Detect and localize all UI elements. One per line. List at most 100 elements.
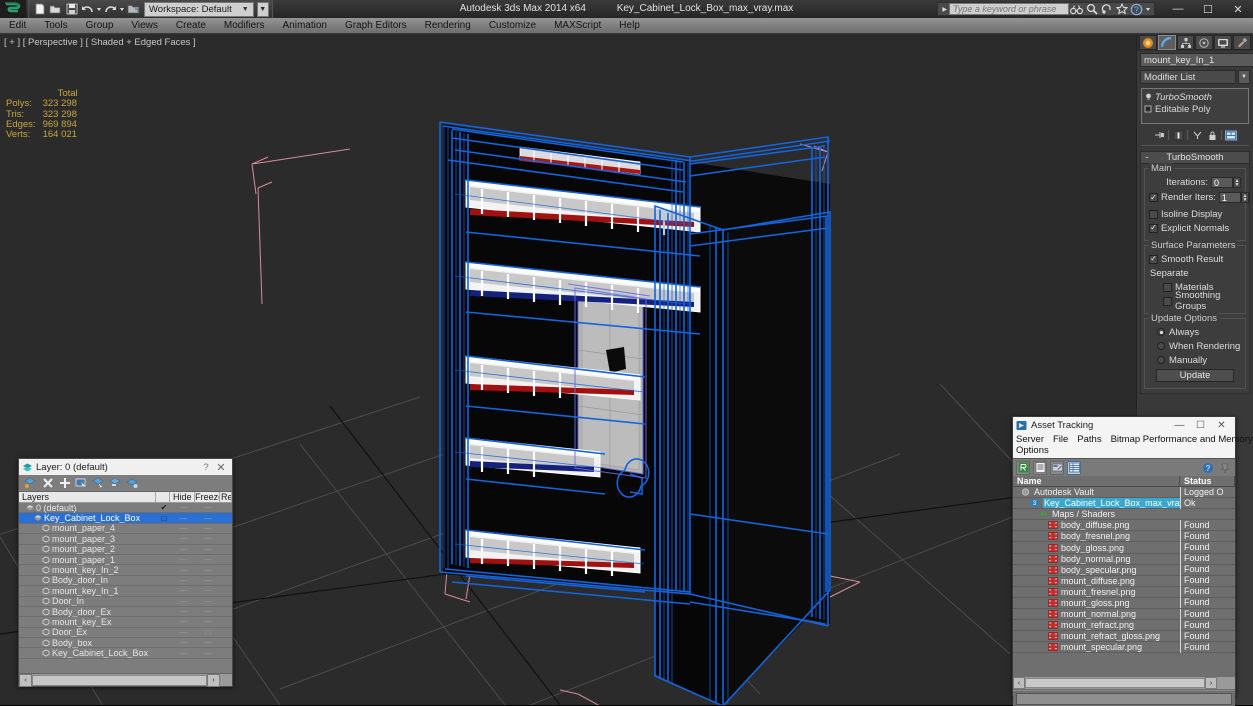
manually-radio[interactable] — [1157, 356, 1165, 364]
layer-row[interactable]: mount_paper_3 — — — [19, 534, 232, 545]
when-rendering-radio[interactable] — [1157, 342, 1165, 350]
vault-icon[interactable] — [1016, 460, 1030, 475]
menu-file[interactable]: File — [1053, 434, 1074, 445]
layer-row[interactable]: Body_box — — — [19, 638, 232, 649]
menu-item-rendering[interactable]: Rendering — [416, 18, 480, 34]
layer-dialog[interactable]: Layer: 0 (default) ? ✕ Layers Hide Freez… — [18, 458, 233, 687]
layer-row-hide[interactable]: — — [171, 607, 196, 616]
layer-row-freeze[interactable]: — — [196, 514, 221, 523]
layer-row-hide[interactable]: — — [171, 534, 196, 543]
3dsmax-logo-icon[interactable] — [0, 0, 26, 18]
configure-modifier-sets-icon[interactable] — [1225, 129, 1237, 142]
minimize-icon[interactable]: — — [1163, 0, 1193, 18]
layer-row[interactable]: Door_Ex — □ — [19, 627, 232, 639]
close-icon[interactable]: ✕ — [213, 461, 229, 474]
layer-row-hide[interactable]: — — [171, 524, 196, 533]
menu-item-edit[interactable]: Edit — [0, 18, 35, 34]
asset-row[interactable]: mount_normal.png Found — [1013, 608, 1235, 621]
modifier-stack-item-editable-poly[interactable]: Editable Poly — [1144, 103, 1246, 115]
new-icon[interactable] — [32, 2, 47, 17]
new-layer-icon[interactable] — [23, 476, 38, 490]
asset-row[interactable]: body_normal.png Found — [1013, 553, 1235, 565]
layer-row-freeze[interactable]: — — [196, 649, 221, 658]
asset-row[interactable]: mount_diffuse.png Found — [1013, 575, 1235, 587]
layer-list[interactable]: 0 (default) ✔ — — Key_Cabinet_Lock_Box □ — — mou… — [19, 503, 232, 673]
asset-row[interactable]: Maps / Shaders — [1013, 509, 1235, 521]
iterations-field[interactable] — [1211, 177, 1233, 188]
layer-row[interactable]: Body_door_In — — — [19, 575, 232, 587]
menu-item-animation[interactable]: Animation — [273, 18, 335, 34]
scroll-thumb[interactable] — [32, 674, 207, 686]
menu-item-group[interactable]: Group — [77, 18, 123, 34]
list-view-icon[interactable] — [1033, 460, 1047, 475]
menu-item-modifiers[interactable]: Modifiers — [215, 18, 274, 34]
redo-dropdown-icon[interactable] — [119, 2, 125, 17]
show-end-result-icon[interactable] — [1172, 129, 1184, 142]
utilities-tab[interactable] — [1233, 35, 1251, 50]
scroll-right-button[interactable]: › — [1205, 677, 1217, 689]
update-button[interactable]: Update — [1156, 369, 1234, 382]
scroll-left-button[interactable]: ‹ — [1013, 677, 1025, 689]
create-tab[interactable] — [1139, 35, 1157, 50]
asset-tracking-window[interactable]: Asset Tracking — ☐ ✕ Server File Paths B… — [1012, 416, 1253, 706]
layer-row-freeze[interactable]: — — [196, 566, 221, 575]
layer-row-freeze[interactable]: — — [196, 555, 221, 564]
layer-row[interactable]: 0 (default) ✔ — — — [19, 503, 232, 514]
modifier-stack[interactable]: TurboSmooth Editable Poly — [1141, 88, 1249, 124]
layer-row[interactable]: mount_paper_4 — — — [19, 523, 232, 535]
smooth-result-row[interactable]: ✓ Smooth Result — [1149, 253, 1241, 265]
layer-row-hide[interactable]: — — [171, 514, 196, 523]
layer-row-freeze[interactable]: — — [196, 545, 221, 554]
asset-row[interactable]: body_gloss.png Found — [1013, 542, 1235, 554]
iterations-spinner-buttons[interactable]: ▲ ▼ — [1233, 177, 1241, 188]
save-icon[interactable] — [64, 2, 79, 17]
display-tab[interactable] — [1214, 35, 1233, 50]
always-radio[interactable] — [1157, 328, 1165, 336]
layer-row[interactable]: Door_In — — — [19, 596, 232, 607]
layer-row[interactable]: mount_paper_1 — — — [19, 555, 232, 566]
asset-row[interactable]: mount_refract.png Found — [1013, 619, 1235, 632]
always-row[interactable]: Always — [1149, 326, 1241, 338]
menu-item-maxscript[interactable]: MAXScript — [545, 18, 610, 34]
layer-row-freeze[interactable]: — — [196, 607, 221, 616]
layer-row[interactable]: Key_Cabinet_Lock_Box □ — — — [19, 513, 232, 524]
materials-checkbox[interactable] — [1163, 282, 1172, 292]
add-selection-icon[interactable] — [57, 476, 72, 490]
layer-row-hide[interactable]: — — [171, 638, 196, 647]
asset-row[interactable]: body_diffuse.png Found — [1013, 519, 1235, 532]
asset-row[interactable]: 3Key_Cabinet_Lock_Box_max_vray.maxOk — [1013, 497, 1235, 510]
modifier-stack-item-turbosmooth[interactable]: TurboSmooth — [1144, 91, 1246, 103]
layer-row[interactable]: Key_Cabinet_Lock_Box — — — [19, 648, 232, 659]
render-iters-checkbox[interactable]: ✓ — [1149, 193, 1158, 202]
menu-paths[interactable]: Paths — [1077, 434, 1107, 445]
explicit-normals-checkbox[interactable]: ✓ — [1149, 223, 1158, 233]
lightbulb-icon[interactable] — [1144, 93, 1152, 102]
layer-row-hide[interactable]: — — [171, 586, 196, 595]
layer-row-freeze[interactable]: — — [196, 597, 221, 606]
main-menubar[interactable]: Edit Tools Group Views Create Modifiers Animat… — [0, 18, 1253, 34]
layer-row-toggle[interactable]: ✔ — [157, 503, 171, 512]
layer-row[interactable]: mount_key_In_1 — — — [19, 586, 232, 597]
layer-row-freeze[interactable]: — — [196, 534, 221, 543]
smoothing-groups-row[interactable]: Smoothing Groups — [1149, 290, 1241, 312]
highlight-selected-icon[interactable] — [108, 476, 123, 490]
layer-row[interactable]: Body_door_Ex — — — [19, 607, 232, 618]
layer-row-freeze[interactable]: — — [196, 638, 221, 647]
menu-item-help[interactable]: Help — [610, 18, 649, 34]
close-icon[interactable]: ✕ — [1223, 0, 1253, 18]
manually-row[interactable]: Manually — [1149, 354, 1241, 366]
close-icon[interactable]: ✕ — [1211, 420, 1232, 431]
maximize-icon[interactable]: ☐ — [1193, 0, 1223, 18]
motion-tab[interactable] — [1195, 35, 1214, 50]
layer-row-freeze[interactable]: — — [196, 503, 221, 512]
help-icon[interactable]: ? — [1201, 461, 1215, 475]
layer-row[interactable]: mount_key_In_2 — — — [19, 565, 232, 576]
isoline-display-checkbox[interactable] — [1149, 209, 1158, 219]
layer-row-hide[interactable]: — — [171, 503, 196, 512]
open-icon[interactable] — [48, 2, 63, 17]
hierarchy-tab[interactable] — [1176, 35, 1195, 50]
menu-item-tools[interactable]: Tools — [35, 18, 76, 34]
menu-item-graph-editors[interactable]: Graph Editors — [336, 18, 416, 34]
asset-row[interactable]: mount_refract_gloss.png Found — [1013, 630, 1235, 643]
help-dropdown-icon[interactable] — [1144, 3, 1152, 16]
